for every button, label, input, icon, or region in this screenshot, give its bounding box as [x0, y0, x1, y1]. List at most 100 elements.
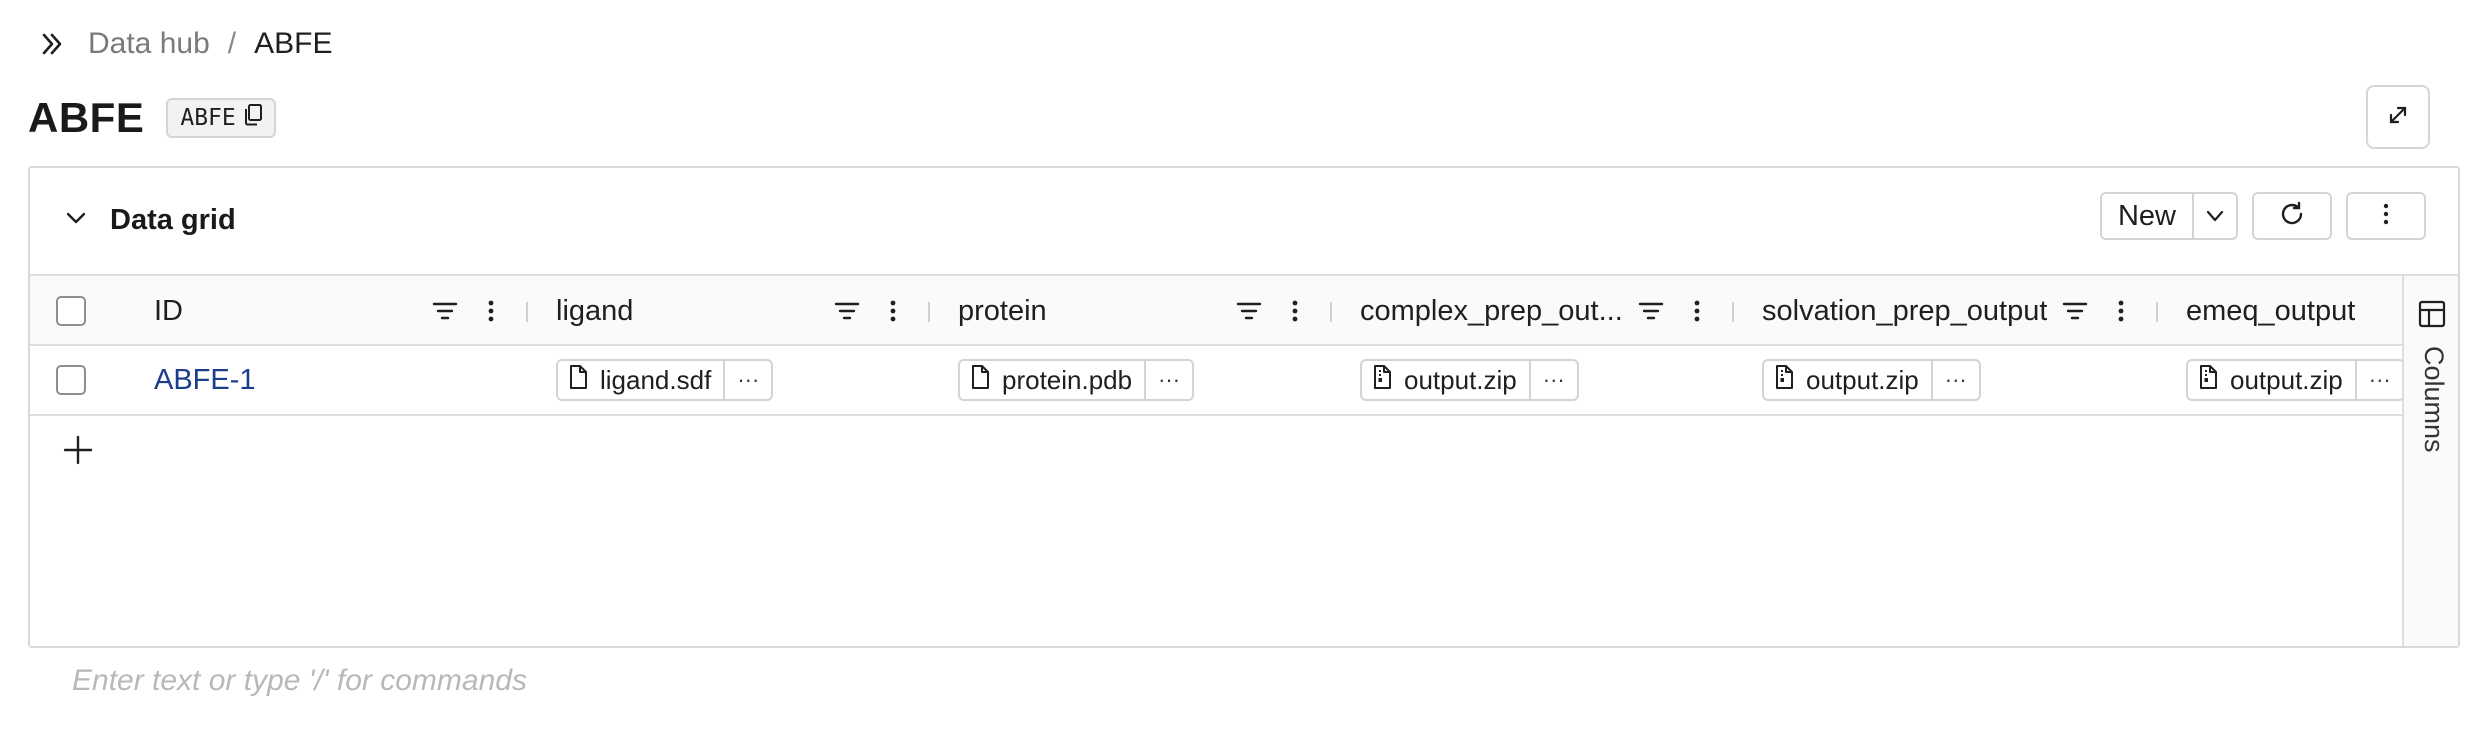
column-actions-ligand	[832, 296, 908, 326]
zip-file-icon	[1372, 364, 1392, 397]
row-checkbox[interactable]	[56, 365, 86, 395]
column-resize-handle[interactable]	[526, 302, 528, 322]
data-grid-panel: Data grid New ID ligand protein complex_…	[28, 166, 2460, 648]
column-label: ligand	[556, 294, 634, 327]
cell-complex-prep-output: output.zip ···	[1360, 346, 1579, 414]
plus-icon[interactable]	[58, 430, 98, 470]
file-more-button[interactable]: ···	[2354, 361, 2403, 399]
refresh-button[interactable]	[2252, 192, 2332, 240]
column-label: emeq_output	[2186, 294, 2356, 327]
column-header-ligand[interactable]: ligand	[556, 276, 796, 346]
file-name: output.zip	[1404, 364, 1517, 395]
id-tag[interactable]: ABFE	[166, 98, 276, 138]
row-select-cell	[56, 346, 86, 414]
title-row: ABFE ABFE	[28, 88, 276, 148]
file-chip: ligand.sdf ···	[556, 359, 774, 401]
double-chevron-right-icon[interactable]	[34, 26, 70, 62]
filter-icon[interactable]	[1234, 296, 1264, 326]
columns-label: Columns	[2419, 346, 2449, 453]
more-options-button[interactable]	[2346, 192, 2426, 240]
grid-header-row: ID ligand protein complex_prep_out... so…	[30, 274, 2402, 346]
file-link[interactable]: output.zip	[1764, 361, 1931, 399]
vertical-dots-icon[interactable]	[1280, 296, 1310, 326]
file-chip: output.zip ···	[1360, 359, 1579, 401]
cell-solvation-prep-output: output.zip ···	[1762, 346, 1981, 414]
new-menu-chevron-down-icon[interactable]	[2192, 194, 2236, 238]
file-link[interactable]: output.zip	[1362, 361, 1529, 399]
column-actions-protein	[1234, 296, 1310, 326]
row-id-link[interactable]: ABFE-1	[154, 364, 256, 397]
panel-title: Data grid	[110, 204, 236, 236]
file-icon	[568, 364, 588, 397]
file-chip: output.zip ···	[2186, 359, 2405, 401]
new-split-button: New	[2099, 192, 2238, 240]
file-link[interactable]: protein.pdb	[960, 361, 1144, 399]
column-resize-handle[interactable]	[928, 302, 930, 322]
expand-button[interactable]	[2366, 85, 2430, 149]
column-resize-handle[interactable]	[1330, 302, 1332, 322]
page-title: ABFE	[28, 94, 145, 141]
breadcrumb: Data hub / ABFE	[34, 20, 332, 68]
breadcrumb-current: ABFE	[254, 27, 333, 60]
data-grid: ID ligand protein complex_prep_out... so…	[30, 274, 2405, 646]
file-link[interactable]: ligand.sdf	[558, 361, 723, 399]
column-resize-handle[interactable]	[1732, 302, 1734, 322]
file-name: output.zip	[2230, 364, 2343, 395]
column-label: ID	[154, 294, 183, 327]
cell-emeq-output: output.zip ···	[2186, 346, 2405, 414]
table-row[interactable]: ABFE-1 ligand.sdf ··· protein.pdb ··· ou…	[30, 346, 2405, 416]
vertical-dots-icon[interactable]	[2106, 296, 2136, 326]
refresh-icon	[2277, 199, 2307, 234]
file-more-button[interactable]: ···	[1144, 361, 1192, 399]
file-link[interactable]: output.zip	[2188, 361, 2355, 399]
page: Data hub / ABFE ABFE ABFE Data grid New …	[0, 0, 2490, 736]
vertical-dots-icon[interactable]	[878, 296, 908, 326]
id-tag-label: ABFE	[180, 105, 236, 131]
column-header-emeq-output[interactable]: emeq_output	[2186, 276, 2396, 346]
breadcrumb-link-data-hub[interactable]: Data hub	[88, 27, 210, 61]
column-header-protein[interactable]: protein	[958, 276, 1198, 346]
file-chip: output.zip ···	[1762, 359, 1981, 401]
columns-icon	[2418, 300, 2446, 333]
zip-file-icon	[1774, 364, 1794, 397]
columns-side-panel[interactable]: Columns	[2402, 274, 2458, 646]
column-header-complex-prep-output[interactable]: complex_prep_out...	[1360, 276, 1630, 346]
column-header-id[interactable]: ID	[154, 276, 394, 346]
file-more-button[interactable]: ···	[1528, 361, 1577, 399]
file-name: ligand.sdf	[600, 364, 712, 395]
filter-icon[interactable]	[2060, 296, 2090, 326]
chevron-down-icon[interactable]	[58, 200, 94, 236]
column-label: complex_prep_out...	[1360, 294, 1623, 327]
column-actions-id	[430, 296, 506, 326]
grid-toolbar: New	[2099, 192, 2426, 240]
file-more-button[interactable]: ···	[723, 361, 771, 399]
cell-id: ABFE-1	[154, 346, 256, 414]
file-icon	[970, 364, 990, 397]
file-name: protein.pdb	[1002, 364, 1133, 395]
editor-input[interactable]: Enter text or type '/' for commands	[72, 664, 527, 698]
vertical-dots-icon	[2382, 202, 2390, 231]
breadcrumb-separator: /	[227, 27, 237, 60]
filter-icon[interactable]	[832, 296, 862, 326]
new-button[interactable]: New	[2101, 194, 2192, 238]
zip-file-icon	[2198, 364, 2218, 397]
vertical-dots-icon[interactable]	[476, 296, 506, 326]
column-actions-complex	[1636, 296, 1712, 326]
column-resize-handle[interactable]	[2156, 302, 2158, 322]
column-label: protein	[958, 294, 1047, 327]
select-all-checkbox[interactable]	[56, 296, 86, 326]
panel-header: Data grid New	[30, 168, 2458, 274]
filter-icon[interactable]	[430, 296, 460, 326]
cell-ligand: ligand.sdf ···	[556, 346, 774, 414]
expand-icon	[2386, 103, 2410, 132]
filter-icon[interactable]	[1636, 296, 1666, 326]
column-header-solvation-prep-output[interactable]: solvation_prep_output	[1762, 276, 2062, 346]
select-all-cell	[56, 276, 86, 346]
file-name: output.zip	[1806, 364, 1919, 395]
column-actions-solvation	[2060, 296, 2136, 326]
vertical-dots-icon[interactable]	[1682, 296, 1712, 326]
file-chip: protein.pdb ···	[958, 359, 1195, 401]
column-label: solvation_prep_output	[1762, 294, 2048, 327]
file-more-button[interactable]: ···	[1930, 361, 1979, 399]
copy-icon[interactable]	[242, 103, 264, 133]
